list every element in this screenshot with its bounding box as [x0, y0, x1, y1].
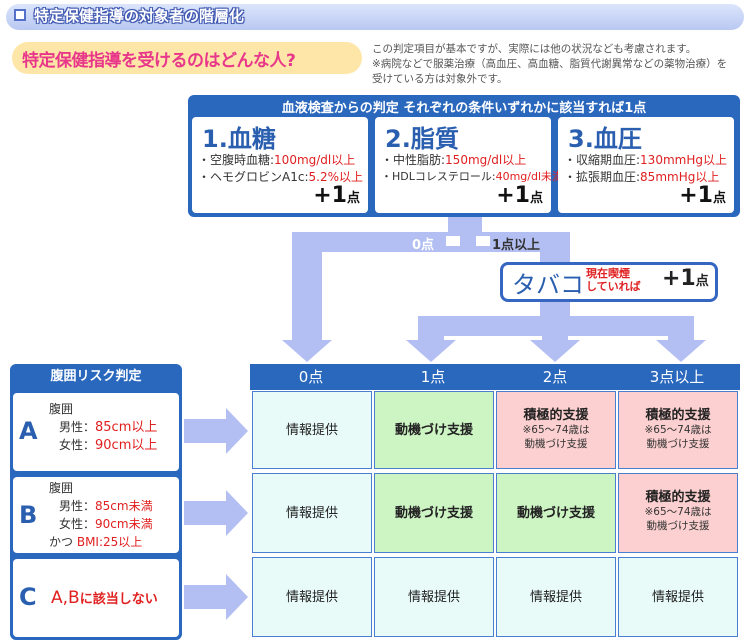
arrow-down-icon: [530, 340, 580, 362]
question-text: 特定保健指導を受けるのはどんな人?: [22, 51, 296, 71]
tobacco-label: タバコ: [512, 271, 584, 299]
col-header-1: 1点: [420, 368, 446, 386]
risk-c-line-1: A,Bに該当しない: [51, 588, 158, 608]
card-blood-sugar: 1.血糖 ・空腹時血糖:100mg/dl以上 ・ヘモグロビンA1c:5.2%以上…: [192, 117, 368, 213]
branch-one-plus-label: 1点以上: [492, 238, 541, 253]
col-header-2: 2点: [542, 368, 568, 386]
risk-title: 腹囲リスク判定: [10, 364, 182, 390]
card-line-1: ・収縮期血圧:130mmHg以上: [564, 153, 727, 167]
arrow-down-icon: [282, 340, 332, 362]
note-line-3: 受けている方は対象外です。: [372, 73, 508, 85]
cell-c-2: 情報提供: [496, 557, 616, 637]
risk-box-c: C A,Bに該当しない: [10, 556, 182, 640]
card-line-2: ・HDLコレステロール:40mg/dl未満: [381, 170, 564, 183]
card-heading: 2.脂質: [385, 125, 459, 153]
risk-letter-b: B: [19, 501, 38, 529]
cell-a-0: 情報提供: [252, 391, 372, 469]
blood-test-title: 血液検査からの判定 それぞれの条件いずれかに該当すれば1点: [281, 101, 647, 116]
cell-c-1: 情報提供: [374, 557, 494, 637]
section-title: 特定保健指導の対象者の階層化: [34, 7, 245, 25]
col-header-0: 0点: [298, 368, 324, 386]
note-line-1: この判定項目が基本ですが、実際には他の状況なども考慮されます。: [372, 43, 697, 55]
card-blood-pressure: 3.血圧 ・収縮期血圧:130mmHg以上 ・拡張期血圧:85mmHg以上 +1…: [558, 117, 734, 213]
branch-zero-label: 0点: [412, 238, 435, 253]
risk-letter-c: C: [19, 583, 37, 611]
card-lipid: 2.脂質 ・中性脂肪:150mg/dl以上 ・HDLコレステロール:40mg/d…: [375, 117, 563, 213]
card-points: +1点: [679, 183, 726, 208]
risk-a-line-1: 腹囲: [49, 402, 74, 416]
risk-letter-a: A: [19, 417, 38, 445]
card-points: +1点: [313, 183, 360, 208]
risk-b-line-3: 女性：90cm未満: [59, 517, 153, 531]
arrow-right-icon: [476, 236, 490, 246]
cell-b-2: 動機づけ支援: [496, 473, 616, 553]
tobacco-note: 現在喫煙 していれば: [586, 267, 641, 293]
cell-c-3: 情報提供: [618, 557, 738, 637]
risk-b-line-1: 腹囲: [49, 481, 74, 495]
flow-arrow-to-tobacco: [540, 232, 570, 264]
cell-b-1: 動機づけ支援: [374, 473, 494, 553]
risk-box-a: A 腹囲 男性：85cm以上 女性：90cm以上: [10, 390, 182, 474]
risk-a-line-3: 女性：90cm以上: [59, 438, 158, 453]
cell-b-0: 情報提供: [252, 473, 372, 553]
card-points: +1点: [496, 183, 543, 208]
square-bullet-icon: [14, 9, 26, 21]
note-line-2: ※病院などで服薬治療（高血圧、高血糖、脂質代謝異常などの薬物治療）を: [372, 58, 728, 70]
cell-a-2: 積極的支援 ※65～74歳は 動機づけ支援: [496, 391, 616, 469]
card-heading: 3.血圧: [568, 125, 642, 153]
flow-arrow-to-zero: [292, 232, 322, 344]
cell-a-3: 積極的支援 ※65～74歳は 動機づけ支援: [618, 391, 738, 469]
arrow-left-icon: [446, 236, 460, 246]
cell-b-3: 積極的支援 ※65～74歳は 動機づけ支援: [618, 473, 738, 553]
col-header-3: 3点以上: [649, 368, 705, 386]
risk-a-line-2: 男性：85cm以上: [59, 420, 158, 435]
arrow-down-icon: [656, 340, 706, 362]
risk-box-b: B 腹囲 男性：85cm未満 女性：90cm未満 かつ BMI:25以上: [10, 474, 182, 556]
cell-a-1: 動機づけ支援: [374, 391, 494, 469]
risk-b-line-2: 男性：85cm未満: [59, 499, 153, 513]
arrow-right-icon: [184, 490, 248, 536]
arrow-right-icon: [184, 408, 248, 454]
arrow-down-icon: [406, 340, 456, 362]
card-line-1: ・中性脂肪:150mg/dl以上: [381, 153, 527, 167]
arrow-right-icon: [184, 574, 248, 620]
card-heading: 1.血糖: [202, 125, 276, 153]
risk-b-line-4: かつ BMI:25以上: [49, 535, 143, 549]
card-line-1: ・空腹時血糖:100mg/dl以上: [198, 153, 356, 167]
cell-c-0: 情報提供: [252, 557, 372, 637]
tobacco-points: +1点: [662, 266, 709, 291]
